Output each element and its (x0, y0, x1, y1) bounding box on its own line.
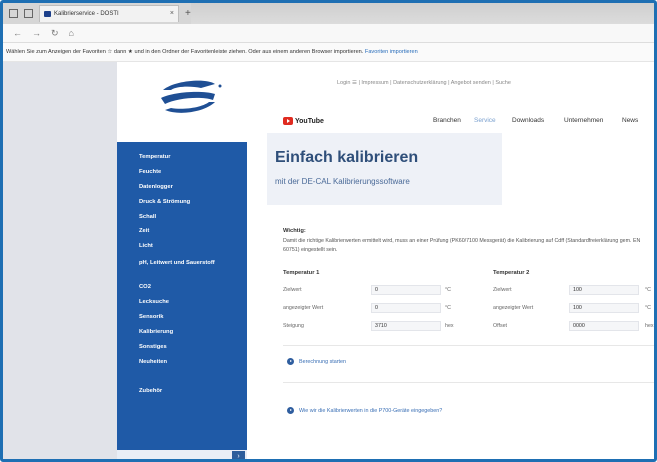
t1-slope-label: Steigung (283, 323, 304, 329)
t1-target-unit: °C (445, 287, 451, 293)
t2-shown-label: angezeigter Wert (493, 305, 534, 311)
t2-target-input[interactable]: 100 (569, 285, 639, 295)
page-left-background (3, 62, 117, 459)
t2-shown-input[interactable]: 100 (569, 303, 639, 313)
nav-item-kalibrierung[interactable]: Kalibrierung (117, 325, 247, 340)
t1-shown-input[interactable]: 0 (371, 303, 441, 313)
menu-unternehmen[interactable]: Unternehmen (564, 117, 603, 124)
favorites-bar-hint: Wählen Sie zum Anzeigen der Favoriten ☆ … (3, 43, 654, 62)
t1-shown-row: angezeigter Wert 0 °C (283, 301, 483, 315)
start-calculation-label: Berechnung starten (299, 358, 347, 365)
youtube-link[interactable]: YouTube (283, 117, 324, 125)
address-bar: ← → ↻ ⌂ (3, 24, 654, 43)
nav-item-druck[interactable]: Druck & Strömung (117, 195, 247, 210)
web-page: Temperatur Feuchte Datenlogger Druck & S… (3, 62, 654, 459)
nav-item-ph[interactable]: pH, Leitwert und Sauerstoff (117, 254, 217, 280)
t1-target-row: Zielwert 0 °C (283, 283, 483, 297)
search-submit-button[interactable]: › (232, 451, 245, 459)
hero-box: Einfach kalibrieren mit der DE-CAL Kalib… (267, 133, 502, 205)
main-content: Login ☰ | Impressum | Datenschutzerkläru… (247, 62, 654, 459)
arrow-circle-icon (287, 407, 294, 414)
t1-shown-unit: °C (445, 305, 451, 311)
company-logo (161, 80, 222, 113)
t1-target-label: Zielwert (283, 287, 302, 293)
browser-tab[interactable]: Kalibrierservice - DOSTI × (39, 5, 179, 22)
main-menu: YouTube Branchen Service Downloads Unter… (283, 117, 654, 129)
nav-item-sonstiges[interactable]: Sonstiges (117, 340, 247, 355)
nav-item-lecksuche[interactable]: Lecksuche (117, 295, 247, 310)
t1-target-input[interactable]: 0 (371, 285, 441, 295)
tab-actions-icon[interactable] (24, 9, 33, 18)
favorites-hint-text: Wählen Sie zum Anzeigen der Favoriten ☆ … (6, 49, 364, 55)
back-icon[interactable]: ← (13, 28, 22, 38)
page-title: Einfach kalibrieren (275, 149, 419, 166)
nav-item-sensorik[interactable]: Sensorik (117, 310, 247, 325)
t1-slope-output: 3710 (371, 321, 441, 331)
top-links[interactable]: Login ☰ | Impressum | Datenschutzerkläru… (337, 80, 511, 86)
nav-item-feuchte[interactable]: Feuchte (117, 165, 247, 180)
start-calculation-link[interactable]: Berechnung starten (287, 358, 346, 365)
t1-slope-unit: hex (445, 323, 454, 329)
sidebar: Temperatur Feuchte Datenlogger Druck & S… (117, 62, 247, 459)
tab-title: Kalibrierservice - DOSTI (54, 11, 119, 17)
forward-icon[interactable]: → (32, 28, 41, 38)
t2-target-row: Zielwert 100 °C (493, 283, 654, 297)
refresh-icon[interactable]: ↻ (51, 28, 59, 39)
home-icon[interactable]: ⌂ (69, 28, 74, 38)
t2-offset-output: 0000 (569, 321, 639, 331)
nav-item-neuheiten[interactable]: Neuheiten (117, 355, 247, 370)
t2-target-label: Zielwert (493, 287, 512, 293)
t2-offset-label: Offset (493, 323, 508, 329)
tab-strip: Kalibrierservice - DOSTI × + (3, 3, 654, 24)
arrow-circle-icon (287, 358, 294, 365)
menu-service[interactable]: Service (474, 117, 496, 124)
t2-offset-row: Offset 0000 hex (493, 319, 654, 333)
temperature-2-heading: Temperatur 2 (493, 270, 530, 276)
nav-item-licht[interactable]: Licht (117, 239, 247, 254)
t2-shown-unit: °C (645, 305, 651, 311)
faq-link[interactable]: Wie wir die Kalibrierwerten in die P700-… (287, 407, 442, 414)
tab-strip-empty (190, 3, 654, 24)
t2-offset-unit: hex (645, 323, 654, 329)
divider (283, 382, 654, 383)
url-field[interactable] (86, 27, 386, 39)
category-nav: Temperatur Feuchte Datenlogger Druck & S… (117, 142, 247, 459)
t1-shown-label: angezeigter Wert (283, 305, 324, 311)
nav-item-temperatur[interactable]: Temperatur (117, 150, 247, 165)
nav-item-zubehoer[interactable]: Zubehör (117, 384, 247, 399)
nav-item-schall[interactable]: Schall (117, 210, 247, 225)
browser-window: Kalibrierservice - DOSTI × + ← → ↻ ⌂ Wäh… (0, 0, 657, 462)
faq-label: Wie wir die Kalibrierwerten in die P700-… (299, 407, 443, 414)
site-favicon-icon (44, 11, 51, 17)
close-tab-icon[interactable]: × (170, 6, 174, 22)
notice-text: Damit die richtige Kalibrierwerten ermit… (283, 238, 641, 253)
divider (283, 345, 654, 346)
import-favorites-link[interactable]: Favoriten importieren (365, 49, 418, 55)
youtube-icon (283, 117, 293, 125)
page-subtitle: mit der DE-CAL Kalibrierungssoftware (275, 177, 410, 186)
nav-item-datenlogger[interactable]: Datenlogger (117, 180, 247, 195)
menu-downloads[interactable]: Downloads (512, 117, 544, 124)
t1-slope-row: Steigung 3710 hex (283, 319, 483, 333)
t2-shown-row: angezeigter Wert 100 °C (493, 301, 654, 315)
notice-title: Wichtig: (283, 228, 306, 234)
t2-target-unit: °C (645, 287, 651, 293)
youtube-label: YouTube (295, 117, 324, 125)
nav-item-co2[interactable]: CO2 (117, 280, 247, 295)
menu-branchen[interactable]: Branchen (433, 117, 461, 124)
temperature-1-heading: Temperatur 1 (283, 270, 320, 276)
sidebar-search[interactable]: › (117, 450, 247, 459)
menu-news[interactable]: News (622, 117, 638, 124)
nav-item-zeit[interactable]: Zeit (117, 224, 247, 239)
window-menu-icon[interactable] (9, 9, 18, 18)
